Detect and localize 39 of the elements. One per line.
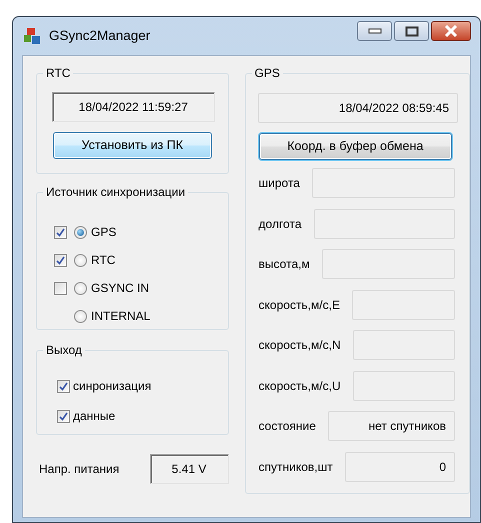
radio-button[interactable] [74, 226, 87, 238]
checkbox[interactable] [54, 254, 67, 266]
radio-button[interactable] [74, 310, 87, 322]
radio-label[interactable]: GPS [91, 223, 116, 241]
checkbox-label[interactable]: синронизация [73, 377, 152, 395]
value-field: нет спутников [328, 411, 455, 442]
close-button[interactable] [431, 21, 471, 41]
maximize-button[interactable] [394, 21, 429, 41]
maximize-icon [404, 26, 418, 36]
radio-label[interactable]: RTC [91, 251, 116, 269]
power-label: Напр. питания [39, 461, 120, 478]
gps-time-field: 18/04/2022 08:59:45 [258, 93, 458, 123]
minimize-button[interactable] [357, 21, 392, 41]
radio-button[interactable] [74, 282, 87, 294]
field-label: скорость,м/с,N [258, 337, 341, 354]
radio-label[interactable]: GSYNC IN [91, 279, 150, 297]
field-label: долгота [258, 216, 302, 233]
field-label: скорость,м/с,E [258, 296, 340, 314]
checkbox[interactable] [54, 226, 67, 238]
checkbox[interactable] [54, 282, 67, 294]
field-label: скорость,м/с,U [258, 378, 341, 395]
minimize-icon [368, 28, 382, 34]
radio-label[interactable]: INTERNAL [91, 307, 150, 325]
checkbox[interactable] [57, 410, 70, 422]
rtc-time-field: 18/04/2022 11:59:27 [52, 92, 215, 122]
app-icon [23, 27, 41, 45]
copy-coordinates-button[interactable]: Коорд. в буфер обмена [258, 133, 452, 160]
close-icon [443, 25, 459, 37]
checkbox[interactable] [57, 380, 70, 392]
field-label: спутников,шт [258, 458, 333, 476]
field-label: широта [258, 175, 300, 192]
field-label: состояние [258, 418, 316, 436]
set-from-pc-button[interactable]: Установить из ПК [53, 132, 212, 159]
value-field: 0 [344, 452, 455, 482]
power-field: 5.41 V [150, 454, 229, 484]
checkbox-label[interactable]: данные [73, 407, 116, 425]
radio-button[interactable] [74, 254, 87, 266]
window-title: GSync2Manager [49, 26, 150, 45]
field-label: высота,м [258, 256, 310, 274]
